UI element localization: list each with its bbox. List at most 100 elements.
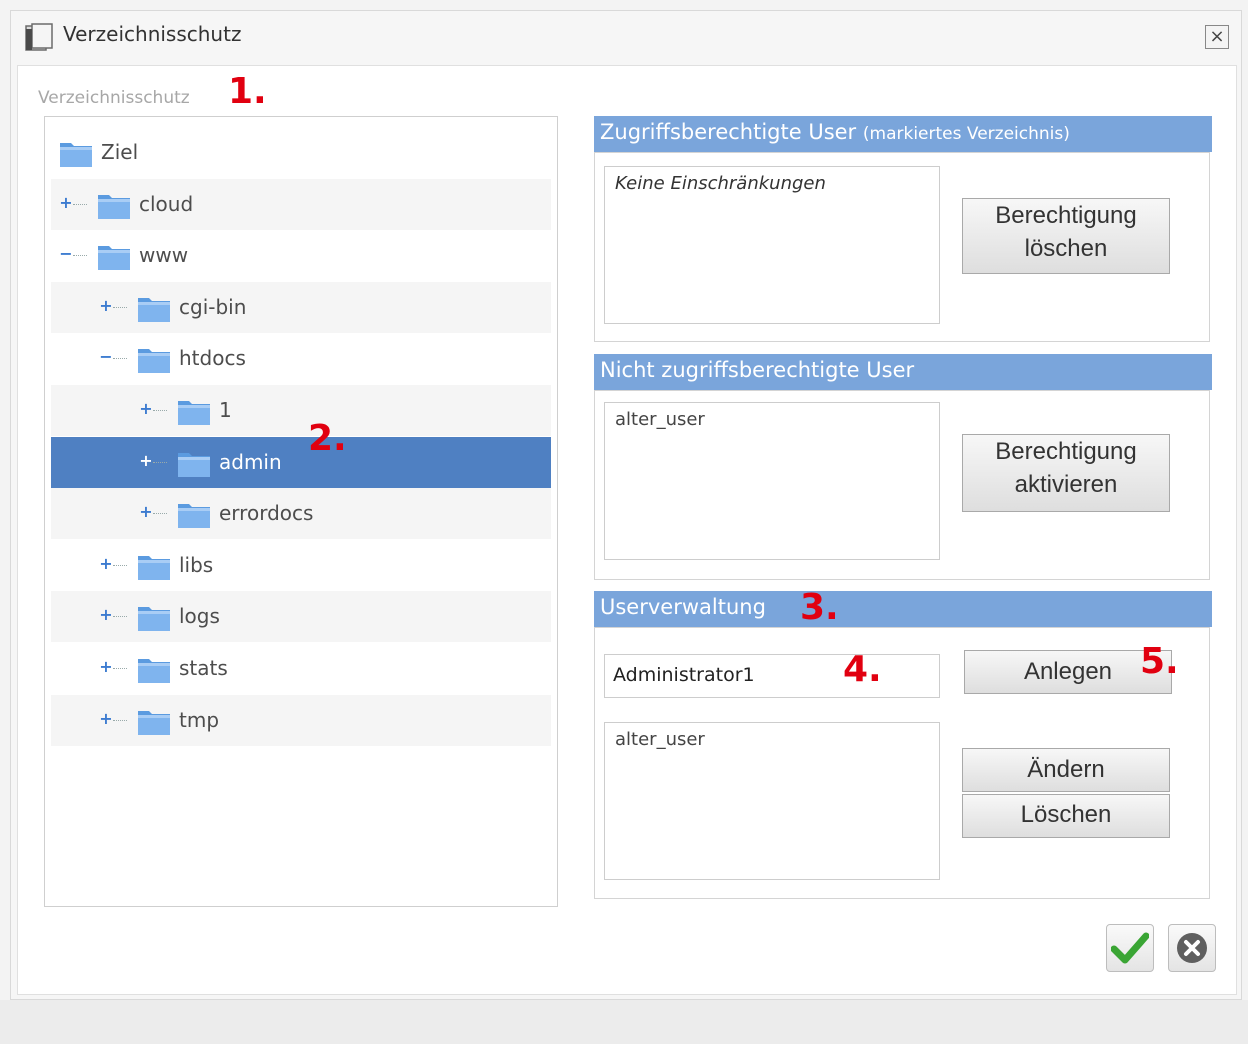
tree-node-tmp[interactable]: + tmp: [51, 694, 551, 746]
activate-permission-line2: aktivieren: [1014, 471, 1118, 498]
titlebar: Verzeichnisschutz ×: [11, 11, 1241, 61]
folder-icon: [97, 190, 131, 220]
expand-toggle-icon[interactable]: +: [99, 554, 113, 574]
marker-3: 3.: [800, 587, 839, 628]
background-strip: [0, 1000, 1248, 1044]
tree-connector: [113, 668, 127, 669]
ok-button[interactable]: [1106, 924, 1154, 972]
expand-toggle-icon[interactable]: +: [99, 657, 113, 677]
tree-connector: [153, 513, 167, 515]
user-list-entry[interactable]: alter_user: [615, 729, 705, 750]
checkmark-icon: [1111, 932, 1149, 964]
allowed-users-subtitle: (markiertes Verzeichnis): [862, 124, 1070, 144]
delete-permission-line1: Berechtigung: [995, 202, 1137, 229]
denied-users-header: Nicht zugriffsberechtigte User: [594, 354, 1212, 390]
tree-node-cgi-bin[interactable]: + cgi-bin: [51, 281, 551, 333]
tree-node-www[interactable]: − www: [51, 230, 551, 281]
cancel-button[interactable]: [1168, 924, 1216, 972]
folder-icon: [137, 293, 171, 323]
tree-node-1[interactable]: +1: [51, 385, 551, 436]
tree-node-stats[interactable]: + stats: [51, 643, 551, 694]
user-management-header: Userverwaltung: [594, 591, 1212, 627]
tree-node-label: cgi-bin: [179, 294, 247, 319]
tree-connector: [73, 203, 87, 205]
marker-2: 2.: [308, 418, 347, 459]
marker-1: 1.: [228, 71, 267, 112]
tree-connector: [113, 358, 127, 360]
folder-icon: [137, 551, 171, 581]
folder-icon: [137, 602, 171, 632]
dialog-window: Verzeichnisschutz × Verzeichnisschutz 1.…: [10, 10, 1242, 1000]
folder-icon: [137, 344, 171, 374]
tree-node-label: errordocs: [219, 501, 314, 526]
expand-toggle-icon[interactable]: +: [139, 399, 153, 419]
expand-toggle-icon[interactable]: +: [59, 193, 73, 213]
user-management-title: Userverwaltung: [600, 595, 766, 619]
delete-permission-button[interactable]: Berechtigung löschen: [962, 198, 1170, 274]
folder-icon: [177, 499, 211, 529]
tree-connector: [113, 306, 127, 308]
delete-permission-line2: löschen: [1024, 235, 1108, 262]
allowed-users-list[interactable]: Keine Einschränkungen: [604, 166, 940, 324]
tree-node-root[interactable]: Ziel: [51, 127, 551, 178]
tree-connector: [113, 564, 127, 566]
denied-users-entry[interactable]: alter_user: [615, 409, 705, 430]
tree-node-label: tmp: [179, 707, 220, 732]
directory-tree: Ziel + cloud − www + cgi-bin − htdocs +1 + admin + er…: [44, 116, 558, 907]
expand-toggle-icon[interactable]: +: [99, 605, 113, 625]
tree-node-label: cloud: [139, 191, 194, 216]
expand-toggle-icon[interactable]: +: [99, 296, 113, 316]
tree-connector: [113, 719, 127, 721]
tree-node-htdocs[interactable]: − htdocs: [51, 333, 551, 384]
tree-node-label: stats: [179, 656, 228, 680]
tree-node-label: admin: [219, 449, 282, 474]
folder-icon: [137, 706, 171, 736]
expand-toggle-icon[interactable]: −: [99, 347, 113, 367]
tree-node-label: Ziel: [101, 140, 139, 164]
activate-permission-button[interactable]: Berechtigung aktivieren: [962, 434, 1170, 512]
change-user-button[interactable]: Ändern: [962, 748, 1170, 792]
folder-icon: [177, 448, 211, 478]
username-input[interactable]: Administrator1: [604, 654, 940, 698]
tree-node-admin[interactable]: + admin: [51, 436, 551, 488]
allowed-users-title: Zugriffsberechtigte User: [600, 120, 857, 144]
allowed-users-entry: Keine Einschränkungen: [615, 173, 826, 194]
tree-node-label: logs: [179, 604, 220, 629]
folder-icon: [177, 396, 211, 426]
username-input-value: Administrator1: [613, 664, 755, 686]
tree-connector: [113, 616, 127, 618]
tree-connector: [73, 255, 87, 257]
expand-toggle-icon[interactable]: +: [99, 709, 113, 729]
tree-connector: [153, 410, 167, 411]
cancel-icon: [1177, 933, 1207, 963]
close-icon: ×: [1209, 26, 1225, 47]
close-button[interactable]: ×: [1205, 25, 1229, 49]
dialog-title: Verzeichnisschutz: [63, 22, 242, 46]
denied-users-list[interactable]: alter_user: [604, 402, 940, 560]
tree-node-logs[interactable]: + logs: [51, 591, 551, 643]
activate-permission-line1: Berechtigung: [995, 438, 1137, 465]
marker-4: 4.: [843, 649, 882, 690]
user-list[interactable]: alter_user: [604, 722, 940, 880]
expand-toggle-icon[interactable]: +: [139, 451, 153, 471]
tree-node-errordocs[interactable]: + errordocs: [51, 488, 551, 540]
denied-users-title: Nicht zugriffsberechtigte User: [600, 358, 915, 382]
folder-icon: [137, 654, 171, 684]
tree-node-libs[interactable]: + libs: [51, 540, 551, 591]
tree-node-label: 1: [219, 398, 232, 422]
tree-node-label: www: [139, 243, 189, 268]
expand-toggle-icon[interactable]: −: [59, 244, 73, 264]
delete-user-button[interactable]: Löschen: [962, 794, 1170, 838]
dialog-app-icon: [25, 23, 53, 51]
dialog-body: Verzeichnisschutz 1. Ziel + cloud − www + cgi-…: [17, 65, 1237, 995]
tree-node-label: htdocs: [179, 346, 246, 371]
section-label: Verzeichnisschutz: [38, 88, 190, 108]
tree-node-cloud[interactable]: + cloud: [51, 178, 551, 230]
tree-connector: [153, 461, 167, 463]
marker-5: 5.: [1140, 641, 1179, 682]
expand-toggle-icon[interactable]: +: [139, 502, 153, 522]
folder-icon: [59, 138, 93, 168]
folder-icon: [97, 241, 131, 271]
tree-node-label: libs: [179, 552, 214, 577]
allowed-users-header: Zugriffsberechtigte User (markiertes Ver…: [594, 116, 1212, 152]
